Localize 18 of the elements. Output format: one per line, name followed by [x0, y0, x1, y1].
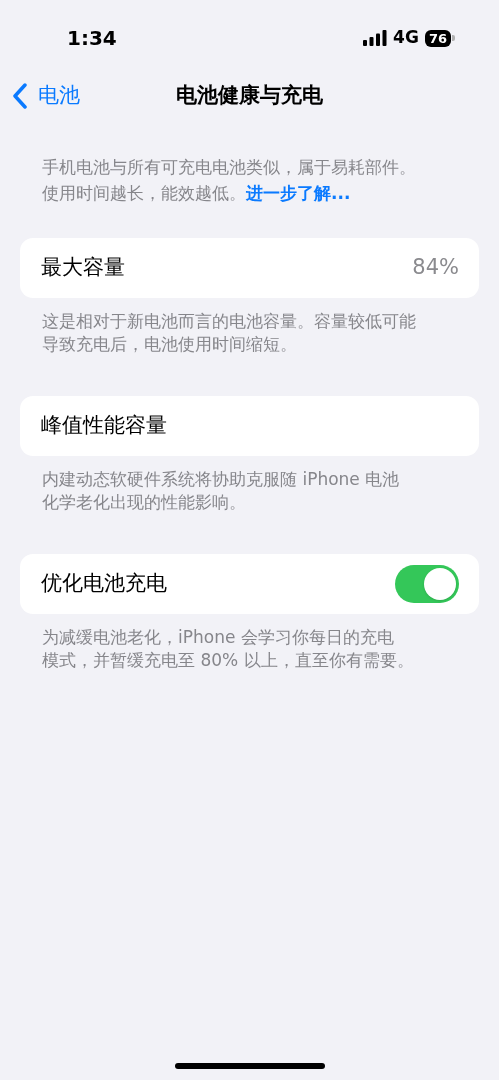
settings-row[interactable]: 优化电池充电	[20, 554, 479, 614]
row-title: 峰值性能容量	[41, 412, 167, 440]
intro-text: 手机电池与所有可充电电池类似，属于易耗部件。 使用时间越长，能效越低。进一步了解...	[41, 156, 417, 205]
row-value: 84%	[412, 254, 459, 282]
section-footnote: 为减缓电池老化，iPhone 会学习你每日的充电 模式，并暂缓充电至 80% 以上，直至你有需要。	[41, 626, 415, 672]
status-time: 1:34	[67, 25, 117, 52]
row-title: 优化电池充电	[41, 570, 167, 598]
row-title: 最大容量	[41, 254, 125, 282]
section-footnote: 内建动态软硬件系统将协助克服随 iPhone 电池 化学老化出现的性能影响。	[41, 468, 401, 514]
network-type: 4G	[393, 26, 419, 50]
signal-icon	[363, 30, 388, 46]
back-chevron-icon	[12, 83, 28, 109]
back-button[interactable]: 电池	[0, 80, 80, 112]
learn-more-link[interactable]: 进一步了解...	[246, 183, 351, 203]
toggle-switch[interactable]	[395, 565, 459, 603]
battery-indicator: 76	[424, 29, 455, 47]
section-footnote: 这是相对于新电池而言的电池容量。容量较低可能 导致充电后，电池使用时间缩短。	[41, 310, 417, 356]
page-title: 电池健康与充电	[176, 82, 323, 110]
